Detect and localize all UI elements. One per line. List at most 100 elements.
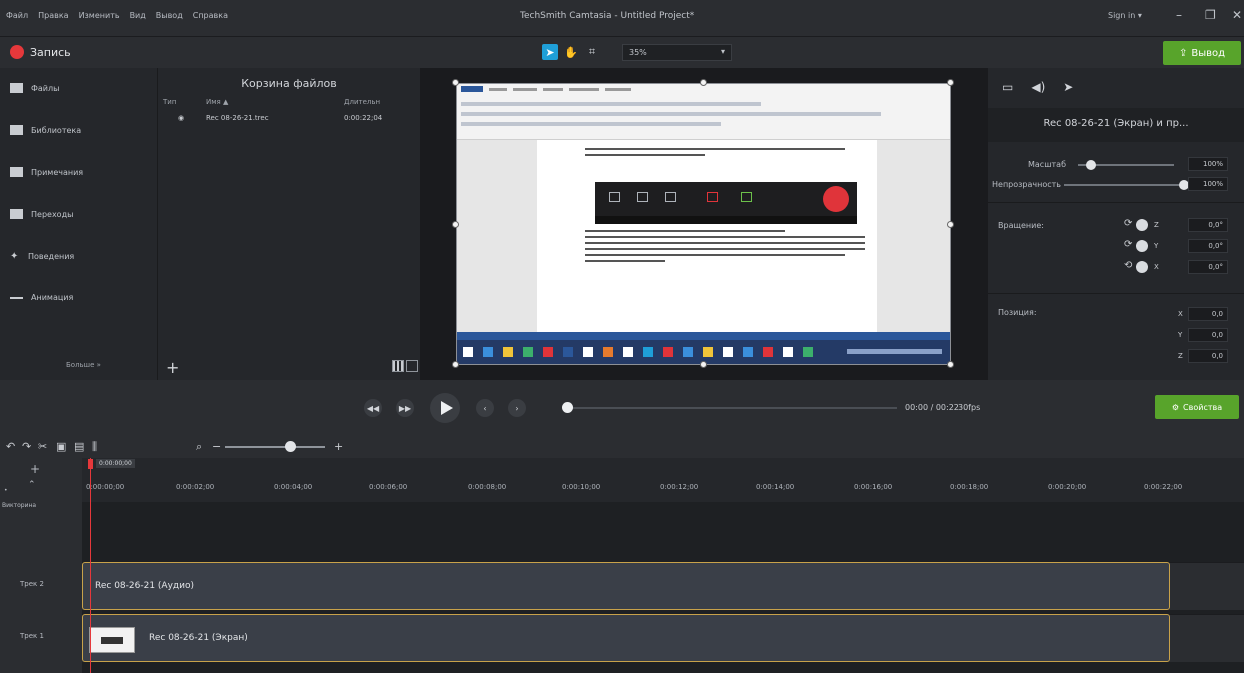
- timeline-zoom-knob[interactable]: [285, 441, 296, 452]
- col-duration[interactable]: Длительн: [344, 98, 380, 106]
- scrubber-knob[interactable]: [562, 402, 573, 413]
- menu-edit[interactable]: Правка: [38, 11, 68, 20]
- rotate-y-dial[interactable]: [1136, 240, 1148, 252]
- chevron-down-icon: ▾: [720, 47, 725, 56]
- sidebar-item-label: Примечания: [31, 167, 84, 177]
- opacity-input[interactable]: 100%: [1188, 177, 1228, 191]
- preview-canvas[interactable]: [456, 83, 951, 365]
- rotation-y-input[interactable]: 0,0°: [1188, 239, 1228, 253]
- recorded-doc-page: [537, 140, 877, 340]
- sidebar-item-transitions[interactable]: Переходы: [10, 209, 73, 219]
- menu-view[interactable]: Вид: [130, 11, 146, 20]
- sidebar-item-label: Библиотека: [31, 125, 82, 135]
- menu-modify[interactable]: Изменить: [79, 11, 120, 20]
- zoom-in-icon[interactable]: +: [334, 440, 343, 453]
- split-icon[interactable]: ⫼: [92, 440, 97, 454]
- close-button[interactable]: ✕: [1232, 8, 1242, 22]
- maximize-button[interactable]: ❐: [1205, 8, 1216, 22]
- copy-icon[interactable]: ▣: [56, 440, 66, 453]
- timeline-ruler[interactable]: 0:00:00;00 0:00:02;00 0:00:04;00 0:00:06…: [82, 458, 1244, 502]
- grid-view-icon[interactable]: [392, 360, 404, 372]
- add-media-icon[interactable]: +: [166, 358, 179, 377]
- resize-handle-b[interactable]: [700, 361, 707, 368]
- visual-properties-icon[interactable]: ▭: [1002, 80, 1013, 94]
- window-title: TechSmith Camtasia - Untitled Project*: [520, 11, 695, 21]
- track-1-label[interactable]: Трек 1: [20, 632, 44, 640]
- next-marker-icon[interactable]: ›: [508, 399, 526, 417]
- position-z-input[interactable]: 0,0: [1188, 349, 1228, 363]
- play-button[interactable]: [430, 393, 460, 423]
- sidebar-item-media[interactable]: Файлы: [10, 83, 59, 93]
- sign-in-button[interactable]: Sign in ▾: [1108, 11, 1142, 20]
- scrubber-track[interactable]: [567, 407, 897, 409]
- clip-thumbnail: [89, 627, 135, 653]
- step-back-icon[interactable]: ◀◀: [364, 399, 382, 417]
- recorded-doc-margin: [457, 140, 537, 340]
- sidebar-item-behaviors[interactable]: ✦ Поведения: [10, 251, 74, 262]
- cursor-properties-icon[interactable]: ➤: [1063, 80, 1073, 94]
- resize-handle-t[interactable]: [700, 79, 707, 86]
- sidebar-item-annotations[interactable]: Примечания: [10, 167, 83, 177]
- sidebar-item-animations[interactable]: Анимация: [10, 293, 73, 302]
- resize-handle-tr[interactable]: [947, 79, 954, 86]
- sidebar-item-library[interactable]: Библиотека: [10, 125, 81, 135]
- redo-icon[interactable]: ↷: [22, 440, 31, 453]
- rotation-x-input[interactable]: 0,0°: [1188, 260, 1228, 274]
- zoom-out-icon[interactable]: −: [212, 440, 221, 453]
- rotation-z-input[interactable]: 0,0°: [1188, 218, 1228, 232]
- tick-label: 0:00:12;00: [660, 483, 699, 491]
- undo-icon[interactable]: ↶: [6, 440, 15, 453]
- timeline-zoom-slider[interactable]: [225, 446, 325, 448]
- add-track-icon[interactable]: +: [30, 462, 40, 476]
- audio-clip[interactable]: Rec 08-26-21 (Аудио): [82, 562, 1170, 610]
- more-button[interactable]: Больше »: [66, 361, 101, 369]
- list-view-icon[interactable]: [406, 360, 418, 372]
- taskbar-app-icon: [543, 347, 553, 357]
- scale-slider-knob[interactable]: [1086, 160, 1096, 170]
- zoom-select[interactable]: 35% ▾: [622, 44, 732, 61]
- col-type[interactable]: Тип: [163, 98, 176, 106]
- resize-handle-l[interactable]: [452, 221, 459, 228]
- resize-handle-bl[interactable]: [452, 361, 459, 368]
- crop-tool-icon[interactable]: ⌗: [584, 44, 600, 60]
- position-y-input[interactable]: 0,0: [1188, 328, 1228, 342]
- collapse-icon[interactable]: ⌃: [28, 480, 36, 490]
- track-2-label[interactable]: Трек 2: [20, 580, 44, 588]
- quiz-track-label: Викторина: [2, 502, 37, 509]
- tick-label: 0:00:18;00: [950, 483, 989, 491]
- record-button[interactable]: Запись: [10, 45, 71, 59]
- col-name[interactable]: Имя ▲: [206, 98, 228, 106]
- taskbar-app-icon: [663, 347, 673, 357]
- menu-help[interactable]: Справка: [193, 11, 228, 20]
- taskbar-app-icon: [583, 347, 593, 357]
- menu-file[interactable]: Файл: [6, 11, 28, 20]
- pan-tool-icon[interactable]: ✋: [563, 44, 579, 60]
- previous-marker-icon[interactable]: ‹: [476, 399, 494, 417]
- pos-z-label: Z: [1178, 352, 1183, 360]
- clip-thumbnail-content: [101, 637, 123, 644]
- scale-input[interactable]: 100%: [1188, 157, 1228, 171]
- media-file-name[interactable]: Rec 08-26-21.trec: [206, 114, 269, 122]
- opacity-slider[interactable]: [1064, 184, 1184, 186]
- rotate-x-dial[interactable]: [1136, 261, 1148, 273]
- minimize-button[interactable]: –: [1176, 8, 1182, 22]
- tick-label: 0:00:08;00: [468, 483, 507, 491]
- resize-handle-br[interactable]: [947, 361, 954, 368]
- export-button[interactable]: ⇪ Вывод: [1163, 41, 1241, 65]
- cut-icon[interactable]: ✂: [38, 440, 47, 453]
- audio-properties-icon[interactable]: ◀︎): [1031, 80, 1045, 94]
- properties-button[interactable]: ⚙ Свойства: [1155, 395, 1239, 419]
- resize-handle-tl[interactable]: [452, 79, 459, 86]
- position-x-input[interactable]: 0,0: [1188, 307, 1228, 321]
- clip-title: Rec 08-26-21 (Экран) и пр...: [988, 108, 1244, 142]
- rotate-z-dial[interactable]: [1136, 219, 1148, 231]
- step-forward-icon[interactable]: ▶▶: [396, 399, 414, 417]
- screen-clip[interactable]: Rec 08-26-21 (Экран): [82, 614, 1170, 662]
- paste-icon[interactable]: ▤: [74, 440, 84, 453]
- tick-label: 0:00:16;00: [854, 483, 893, 491]
- menu-export[interactable]: Вывод: [156, 11, 183, 20]
- zoom-search-icon[interactable]: ⌕: [196, 440, 202, 454]
- select-tool-icon[interactable]: ➤: [542, 44, 558, 60]
- zoom-value: 35%: [629, 48, 647, 57]
- resize-handle-r[interactable]: [947, 221, 954, 228]
